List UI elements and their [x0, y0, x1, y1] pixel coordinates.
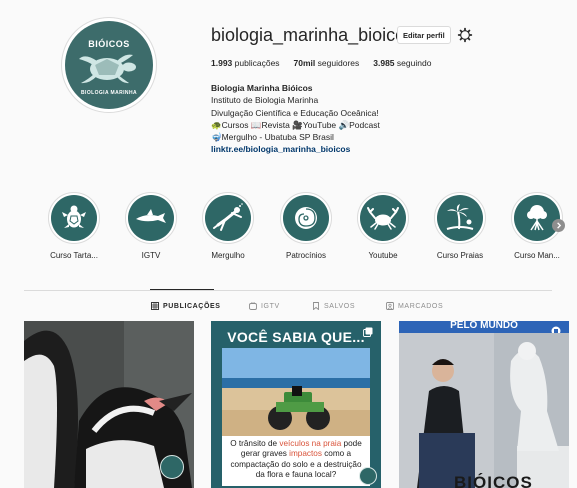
crab-icon: [367, 207, 399, 230]
tab-publicacoes[interactable]: PUBLICAÇÕES: [151, 302, 221, 310]
profile-avatar[interactable]: BIÓICOS BIOLOGIA MARINHA: [61, 17, 157, 113]
tab-label: IGTV: [261, 302, 280, 310]
tab-marcados[interactable]: MARCADOS: [386, 302, 443, 310]
following-label: seguindo: [396, 58, 432, 68]
igtv-icon: [249, 302, 257, 310]
bioicos-badge-icon: [359, 467, 377, 485]
nautilus-icon: [295, 207, 317, 229]
profile-bio: Biologia Marinha Bióicos Instituto de Bi…: [211, 82, 541, 156]
turtle-icon: [62, 205, 86, 228]
bio-line-4: 🤿Mergulho - Ubatuba SP Brasil: [211, 131, 541, 143]
following-stat[interactable]: 3.985 seguindo: [373, 58, 431, 68]
mangrove-tree-icon: [527, 205, 547, 231]
tabs-divider: [24, 290, 552, 291]
bioicos-badge-icon: [160, 455, 184, 479]
diver-icon: [213, 203, 243, 231]
highlight-patrocinios[interactable]: Patrocínios: [266, 192, 346, 260]
diving-mask-emoji-icon: 🤿: [211, 132, 222, 143]
tagged-icon: [386, 302, 394, 310]
highlight-label: IGTV: [141, 251, 161, 260]
highlight-label: Youtube: [368, 251, 398, 260]
tab-label: MARCADOS: [398, 302, 444, 310]
highlight-igtv[interactable]: IGTV: [111, 192, 191, 260]
bio-link[interactable]: linktr.ee/biologia_marinha_bioicos: [211, 143, 541, 155]
posts-stat: 1.993 publicações: [211, 58, 280, 68]
post-thumbnail-penguins[interactable]: [24, 321, 194, 488]
turtle-logo-icon: [79, 54, 136, 84]
tab-label: SALVOS: [324, 302, 356, 310]
gear-icon[interactable]: [457, 27, 473, 43]
profile-username: biologia_marinha_bioicos: [211, 25, 415, 45]
bookmark-icon: [313, 302, 319, 310]
tab-salvos[interactable]: SALVOS: [312, 302, 355, 310]
post-thumbnail-pelo-mundo[interactable]: PELO MUNDO BIÓICOS: [399, 321, 569, 488]
avatar-logo: BIÓICOS BIOLOGIA MARINHA: [65, 21, 153, 109]
highlight-label: Mergulho: [211, 251, 245, 260]
highlight-curso-praias[interactable]: Curso Praias: [420, 192, 500, 260]
avatar-arc-text: BIOLOGIA MARINHA: [81, 90, 137, 96]
tab-igtv[interactable]: IGTV: [249, 302, 280, 310]
following-count: 3.985: [373, 58, 395, 68]
edit-profile-button[interactable]: Editar perfil: [397, 26, 451, 44]
bio-line-2: Divulgação Científica e Educação Oceânic…: [211, 107, 379, 118]
highlight-label: Curso Tarta...: [50, 251, 98, 260]
chevron-right-icon: [557, 222, 562, 229]
profile-stats: 1.993 publicações 70mil seguidores 3.985…: [211, 58, 445, 68]
post-bottom-text: BIÓICOS: [454, 473, 533, 488]
avatar-brand-text: BIÓICOS: [88, 39, 130, 49]
posts-count: 1.993: [211, 58, 233, 68]
post-headline: VOCÊ SABIA QUE...: [227, 329, 365, 345]
turtle-emoji-icon: 🐢: [211, 119, 222, 130]
highlight-label: Curso Man...: [514, 251, 560, 260]
shark-icon: [136, 209, 166, 223]
bio-line-1: Instituto de Biologia Marinha: [211, 95, 319, 106]
bio-line-3: 🐢Cursos 📖Revista 🎥YouTube 🔊Podcast: [211, 119, 541, 131]
highlight-curso-manguezal[interactable]: Curso Man...: [497, 192, 577, 260]
followers-label: seguidores: [317, 58, 360, 68]
palm-beach-icon: [446, 204, 474, 230]
statue-photo: [399, 333, 569, 488]
highlights-next-button[interactable]: [552, 219, 565, 232]
post-thumbnail-voce-sabia[interactable]: VOCÊ SABIA QUE... O trânsito de veículos…: [211, 321, 381, 488]
posts-label: publicações: [234, 58, 280, 68]
highlight-youtube[interactable]: Youtube: [343, 192, 423, 260]
highlight-curso-tartarugas[interactable]: Curso Tarta...: [34, 192, 114, 260]
bio-name: Biologia Marinha Bióicos: [211, 83, 313, 93]
post-caption: O trânsito de veículos na praia pode ger…: [222, 436, 370, 486]
followers-count: 70mil: [293, 58, 316, 68]
tab-label: PUBLICAÇÕES: [163, 302, 221, 310]
multi-image-icon: [363, 327, 373, 337]
bio-line-4-text: Mergulho - Ubatuba SP Brasil: [221, 132, 334, 143]
highlight-mergulho[interactable]: Mergulho: [188, 192, 268, 260]
profile-tabs: PUBLICAÇÕES IGTV SALVOS MARCADOS: [0, 302, 577, 314]
active-tab-indicator: [150, 289, 214, 290]
highlight-label: Patrocínios: [285, 251, 327, 260]
grid-icon: [151, 302, 159, 310]
followers-stat[interactable]: 70mil seguidores: [294, 58, 360, 68]
bio-line-3-text: Cursos 📖Revista 🎥YouTube 🔊Podcast: [221, 119, 380, 130]
highlight-label: Curso Praias: [436, 251, 484, 260]
